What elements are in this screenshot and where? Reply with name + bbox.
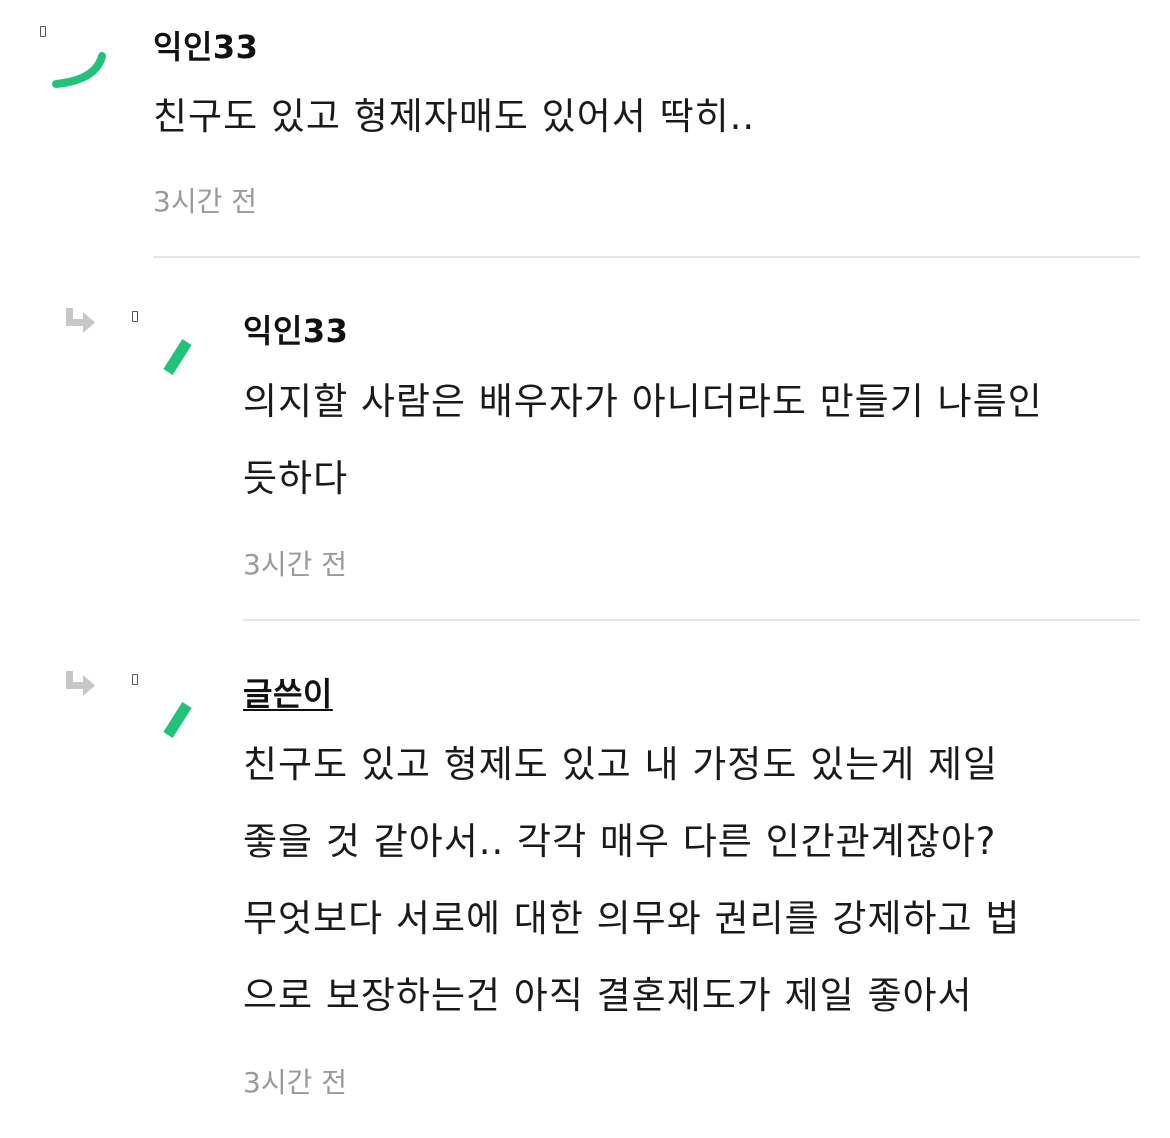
profile-marker-icon (132, 674, 138, 685)
comment-timestamp: 3시간 전 (243, 548, 347, 581)
reply-arrow-icon (64, 306, 98, 336)
avatar-mark-icon (163, 702, 192, 738)
comment-text-line: 무엇보다 서로에 대한 의무와 권리를 강제하고 법 (243, 897, 1021, 940)
comment-timestamp: 3시간 전 (153, 185, 257, 218)
comment-text-line: 친구도 있고 형제도 있고 내 가정도 있는게 제일 (243, 743, 999, 786)
comment-text: 친구도 있고 형제자매도 있어서 딱히.. (153, 95, 756, 138)
comment-author[interactable]: 익인33 (243, 306, 348, 352)
profile-marker-icon (132, 311, 138, 322)
comment-text-line: 듯하다 (243, 457, 349, 500)
avatar-mark-icon (163, 339, 192, 375)
comment-text-line: 으로 보장하는건 아직 결혼제도가 제일 좋아서 (243, 974, 973, 1017)
comment-author-writer[interactable]: 글쓴이 (243, 669, 333, 715)
comment-divider (243, 619, 1140, 621)
comment-divider (153, 256, 1140, 258)
comment-timestamp: 3시간 전 (243, 1066, 347, 1099)
comment-text-line: 좋을 것 같아서.. 각각 매우 다른 인간관계잖아? (243, 820, 997, 863)
reply-arrow-icon (64, 669, 98, 699)
comment-text-line: 의지할 사람은 배우자가 아니더라도 만들기 나름인 (243, 380, 1043, 423)
avatar-mark-icon (52, 52, 106, 88)
profile-marker-icon (40, 26, 46, 37)
comment-author[interactable]: 익인33 (153, 22, 258, 68)
